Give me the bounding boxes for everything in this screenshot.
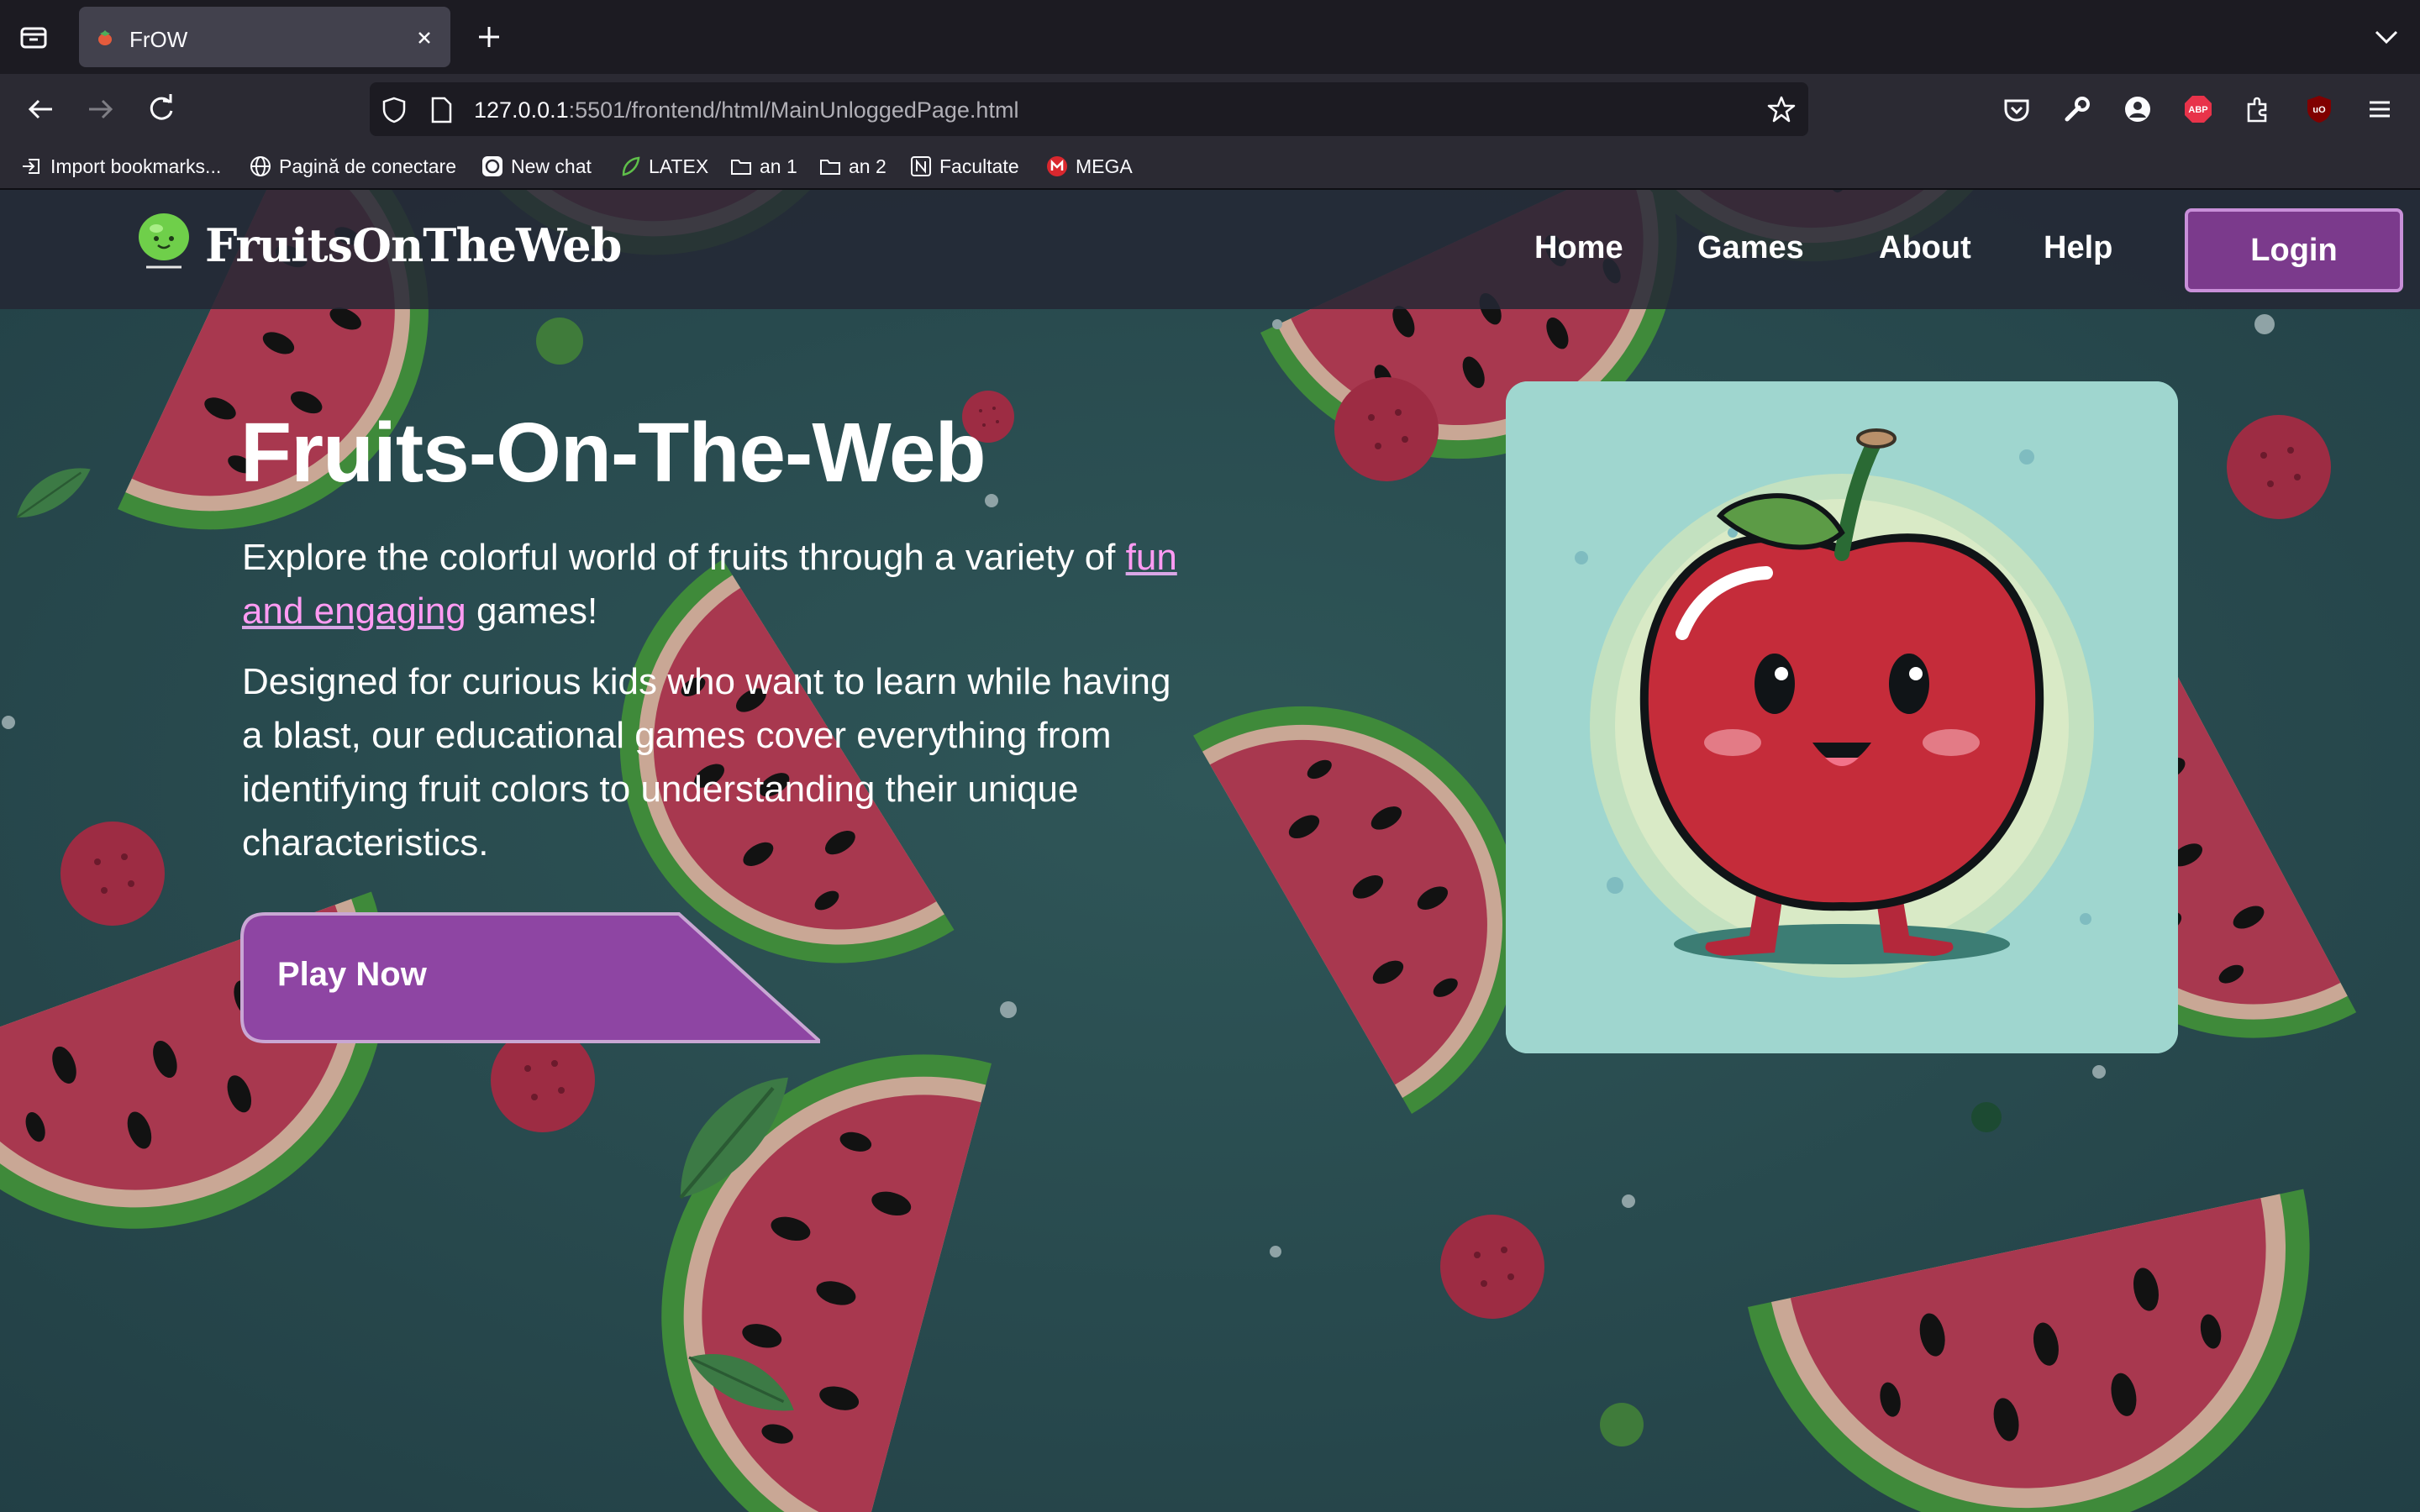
globe-icon: [250, 156, 271, 176]
account-icon[interactable]: [2119, 91, 2156, 128]
mega-icon: [1047, 156, 1067, 176]
cherry-mascot-image: [1506, 381, 2178, 1053]
import-icon: [23, 159, 39, 174]
bookmark-mega[interactable]: MEGA: [1045, 151, 1133, 181]
bookmark-latex[interactable]: LATEX: [618, 151, 708, 181]
shield-icon[interactable]: [380, 96, 408, 124]
address-bar[interactable]: 127.0.0.1:5501/frontend/html/MainUnlogge…: [370, 82, 1808, 136]
green-apple-logo-icon[interactable]: [134, 212, 193, 274]
bookmark-star-icon[interactable]: [1766, 94, 1797, 124]
wrench-icon[interactable]: [2059, 91, 2096, 128]
bookmark-label: LATEX: [649, 155, 709, 177]
adblock-plus-icon[interactable]: ABP: [2180, 91, 2217, 128]
login-button[interactable]: Login: [2185, 208, 2403, 292]
hero-description-text: Designed for curious kids who want to le…: [242, 661, 1171, 864]
pocket-icon[interactable]: [1998, 91, 2035, 128]
site-header: FruitsOnTheWeb Home Games About Help Log…: [0, 190, 2420, 309]
extensions-icon[interactable]: [2240, 91, 2277, 128]
nav-home-link[interactable]: Home: [1534, 230, 1623, 266]
svg-text:ABP: ABP: [2188, 105, 2207, 115]
new-tab-icon[interactable]: [472, 20, 506, 54]
chatgpt-icon: [482, 156, 502, 176]
cherry-mascot-icon: [1506, 381, 2178, 1053]
tab-title: FrOW: [129, 27, 188, 52]
menu-icon[interactable]: [2361, 91, 2398, 128]
bookmark-import[interactable]: Import bookmarks...: [20, 151, 221, 181]
forward-icon[interactable]: [82, 91, 119, 128]
bookmark-new-chat[interactable]: New chat: [481, 151, 592, 181]
hero-intro-text: Explore the colorful world of fruits thr…: [242, 537, 1177, 632]
strawberry-favicon-icon: [98, 30, 112, 45]
play-now-label: Play Now: [277, 956, 427, 993]
hero-title: Fruits-On-The-Web: [240, 406, 986, 500]
bookmark-facultate[interactable]: Facultate: [909, 151, 1019, 181]
page-info-icon[interactable]: [429, 96, 454, 124]
nav-about-link[interactable]: About: [1879, 230, 1971, 266]
nav-help-link[interactable]: Help: [2044, 230, 2112, 266]
browser-nav-bar: 127.0.0.1:5501/frontend/html/MainUnlogge…: [0, 74, 2420, 143]
play-now-button[interactable]: Play Now: [240, 912, 820, 1045]
web-page: FruitsOnTheWeb Home Games About Help Log…: [0, 190, 2420, 1512]
reload-icon[interactable]: [143, 91, 180, 128]
folder-icon: [820, 160, 840, 175]
bookmark-label: New chat: [511, 155, 592, 177]
ublock-icon[interactable]: uO: [2301, 91, 2338, 128]
bookmark-folder-an1[interactable]: an 1: [729, 151, 797, 181]
close-tab-icon[interactable]: [412, 25, 437, 50]
chevron-down-icon[interactable]: [2370, 20, 2403, 54]
svg-text:uO: uO: [2312, 105, 2326, 115]
site-logo-text[interactable]: FruitsOnTheWeb: [205, 218, 622, 272]
url-text: 127.0.0.1:5501/frontend/html/MainUnlogge…: [474, 97, 1019, 123]
bookmarks-toolbar: Import bookmarks... Pagină de conectare …: [0, 143, 2420, 190]
bookmark-pagina[interactable]: Pagină de conectare: [249, 151, 456, 181]
bookmark-label: an 2: [849, 155, 886, 177]
bookmark-label: MEGA: [1076, 155, 1133, 177]
browser-tab-bar: FrOW: [0, 0, 2420, 74]
bookmark-label: Import bookmarks...: [50, 155, 222, 177]
bookmark-folder-an2[interactable]: an 2: [818, 151, 886, 181]
bookmark-label: Facultate: [939, 155, 1019, 177]
browser-tab[interactable]: FrOW: [79, 7, 450, 67]
folder-icon: [731, 160, 751, 175]
back-icon[interactable]: [22, 91, 59, 128]
bookmark-label: an 1: [760, 155, 797, 177]
notion-icon: [911, 156, 931, 176]
leaf-icon: [622, 156, 640, 176]
bookmark-label: Pagină de conectare: [279, 155, 456, 177]
tab-list-icon[interactable]: [17, 20, 50, 54]
nav-games-link[interactable]: Games: [1697, 230, 1804, 266]
